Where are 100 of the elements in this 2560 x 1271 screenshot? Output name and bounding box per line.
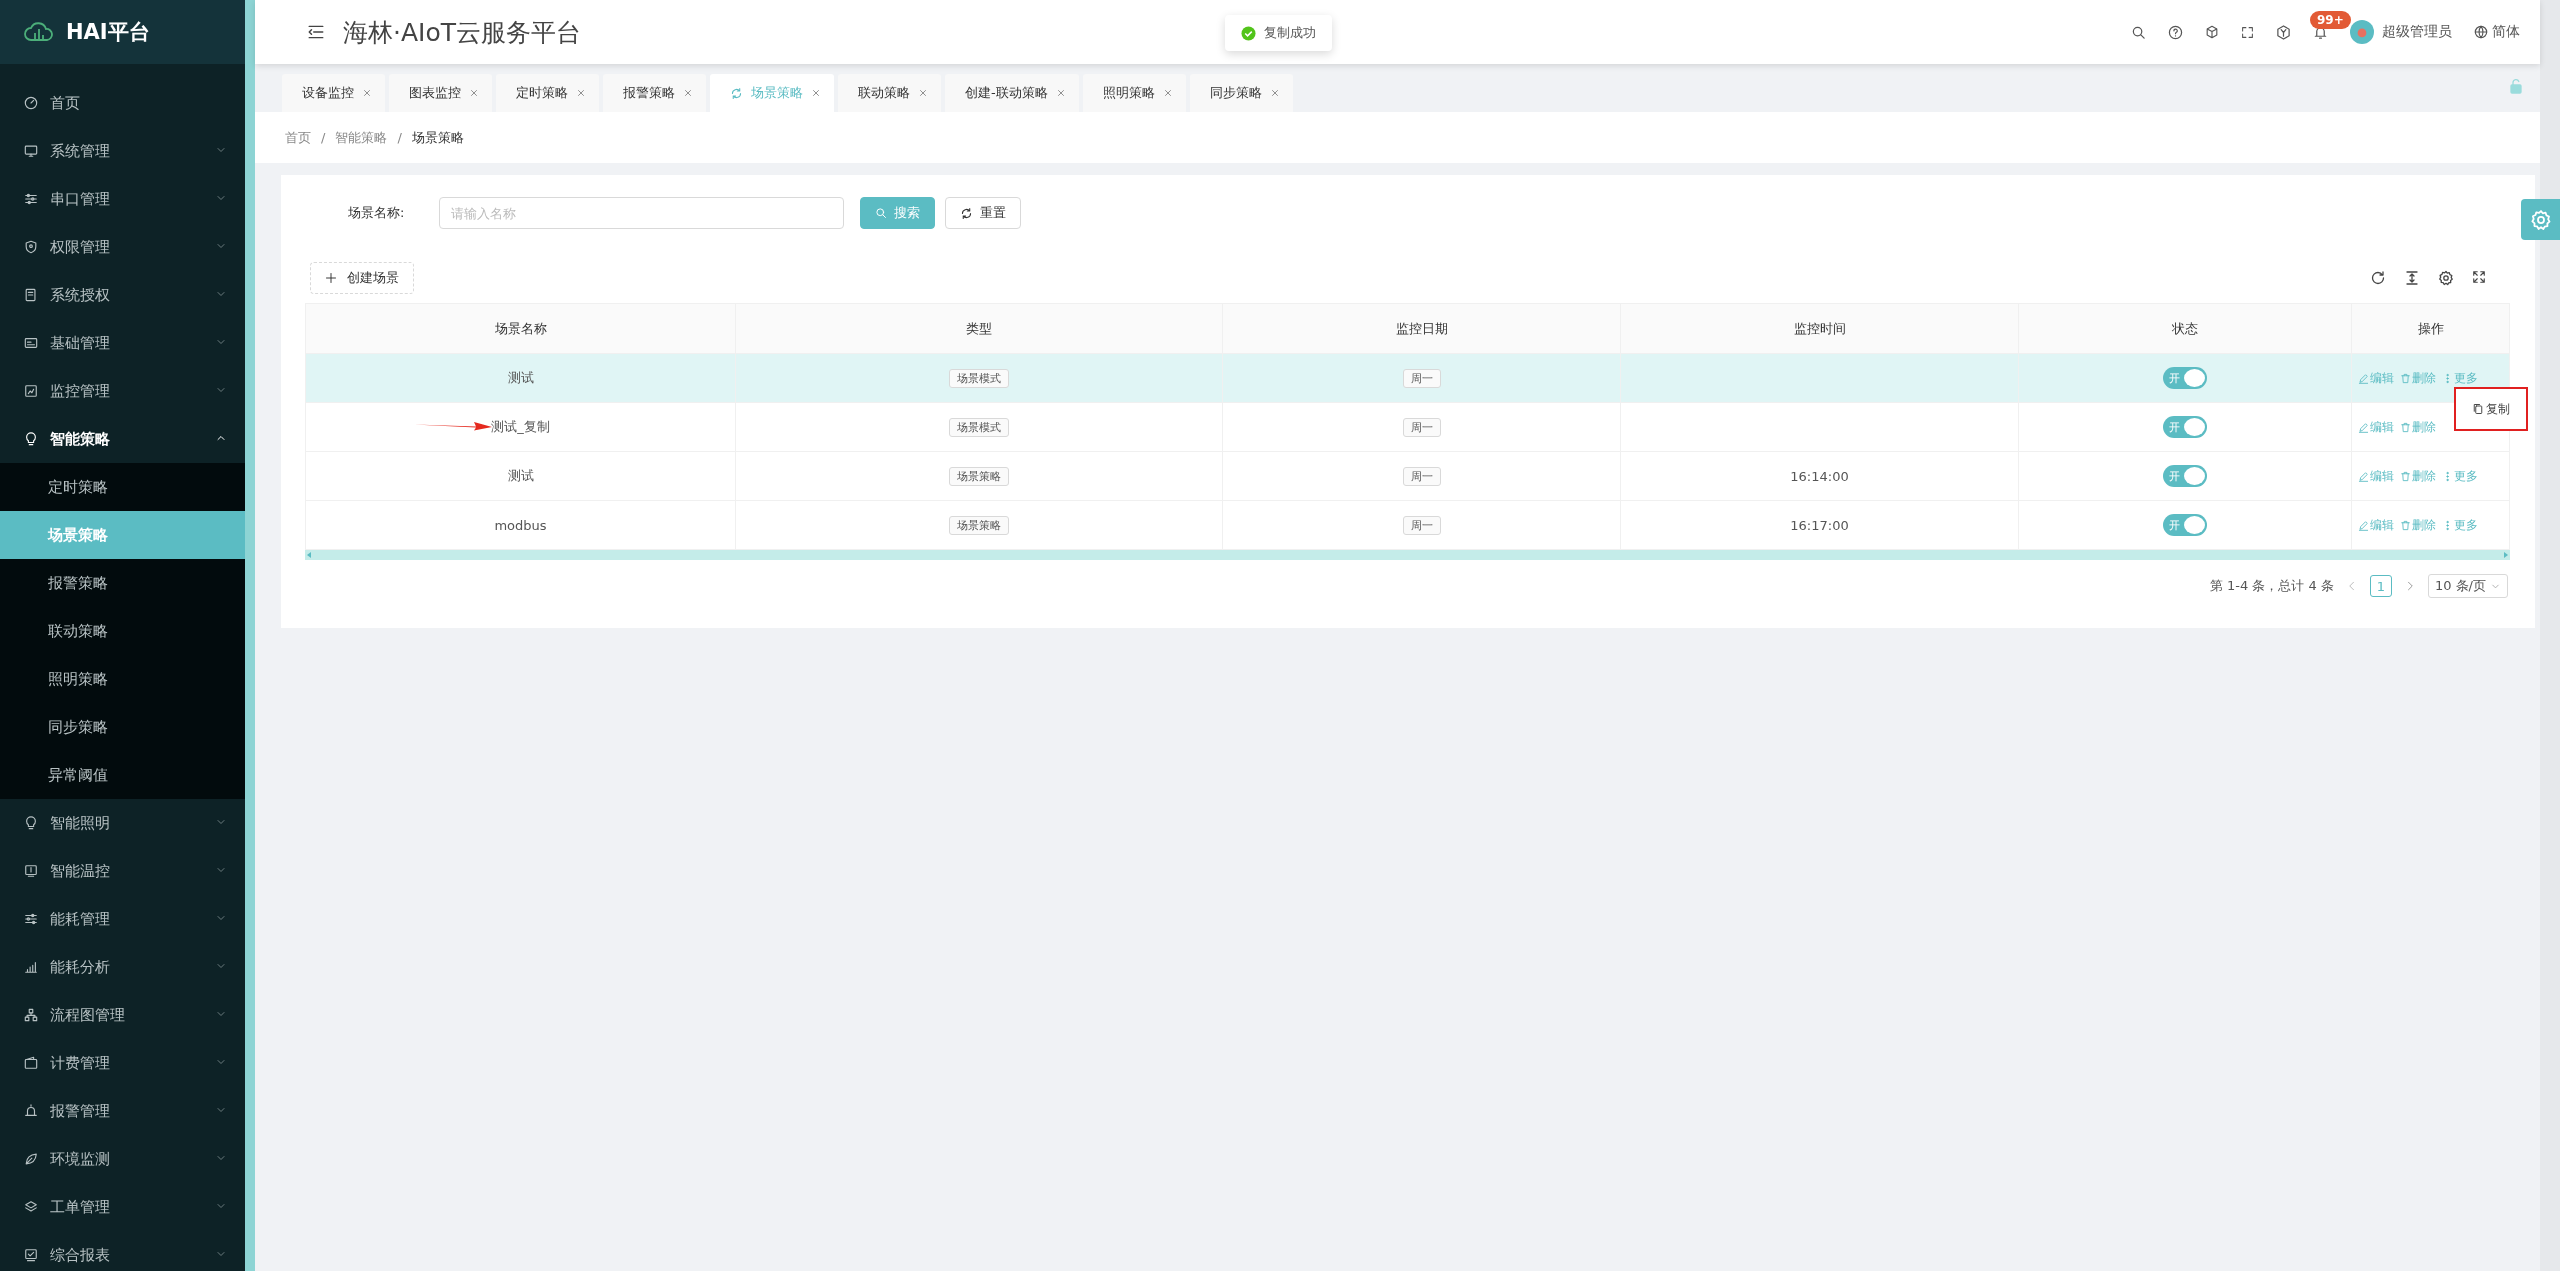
page-size-select[interactable]: 10 条/页 bbox=[2427, 574, 2508, 598]
column-header: 场景名称 bbox=[305, 303, 736, 354]
plus-icon bbox=[325, 272, 337, 284]
type-tag: 场景策略 bbox=[949, 515, 1009, 535]
cloud-logo-icon bbox=[24, 20, 54, 44]
table-cell: 测试_复制 bbox=[305, 402, 736, 452]
table-cell: 测试 bbox=[305, 451, 736, 501]
sidebar-item[interactable]: 报警管理 bbox=[0, 1087, 245, 1135]
copy-menu-item[interactable]: 复制 bbox=[2472, 400, 2510, 418]
sidebar-item[interactable]: 能耗管理 bbox=[0, 895, 245, 943]
day-tag: 周一 bbox=[1402, 515, 1441, 535]
sidebar-item[interactable]: 权限管理 bbox=[0, 223, 245, 271]
globe-icon bbox=[2474, 25, 2488, 39]
sidebar-item[interactable]: 首页 bbox=[0, 79, 245, 127]
breadcrumb-item[interactable]: 首页 bbox=[285, 128, 311, 147]
scroll-right-icon[interactable] bbox=[2503, 552, 2508, 558]
layers-icon bbox=[24, 1200, 38, 1214]
trash-icon bbox=[2400, 470, 2411, 482]
document-icon bbox=[24, 288, 38, 302]
sidebar-item[interactable]: 工单管理 bbox=[0, 1183, 245, 1231]
submenu-item[interactable]: 定时策略 bbox=[0, 463, 245, 511]
pencil-icon bbox=[2358, 372, 2369, 384]
submenu-item[interactable]: 同步策略 bbox=[0, 703, 245, 751]
tab[interactable]: 定时策略 bbox=[496, 74, 599, 112]
sidebar-item[interactable]: 环境监测 bbox=[0, 1135, 245, 1183]
tab[interactable]: 图表监控 bbox=[389, 74, 492, 112]
scrollbar[interactable] bbox=[245, 0, 255, 1271]
wallet-icon bbox=[24, 1056, 38, 1070]
sidebar-item[interactable]: 基础管理 bbox=[0, 319, 245, 367]
flowchart-icon bbox=[24, 1008, 38, 1022]
pagination-summary: 第 1-4 条，总计 4 条 bbox=[2209, 577, 2334, 595]
check-icon bbox=[1241, 25, 1256, 41]
tab[interactable]: 联动策略 bbox=[838, 74, 941, 112]
settings-icon bbox=[2529, 208, 2552, 231]
tab[interactable]: 设备监控 bbox=[282, 74, 385, 112]
close-icon bbox=[576, 88, 586, 98]
sidebar-item[interactable]: 智能策略 bbox=[0, 415, 245, 463]
unlock-icon bbox=[2508, 78, 2524, 94]
close-icon bbox=[1162, 88, 1173, 98]
sidebar-item[interactable]: 系统管理 bbox=[0, 127, 245, 175]
reset-button[interactable]: 重置 bbox=[945, 197, 1021, 229]
table-cell: 16:14:00 bbox=[1620, 451, 2019, 501]
breadcrumb-item: 场景策略 bbox=[411, 128, 464, 147]
submenu-item[interactable]: 联动策略 bbox=[0, 607, 245, 655]
day-tag: 周一 bbox=[1402, 466, 1441, 486]
close-icon bbox=[1055, 88, 1066, 98]
scrollbar[interactable] bbox=[2540, 0, 2560, 1271]
bulb-icon bbox=[24, 432, 38, 446]
close-icon bbox=[683, 88, 693, 98]
collapse-menu-icon bbox=[307, 23, 325, 41]
toast-message: 复制成功 bbox=[1264, 24, 1316, 42]
tab[interactable]: 照明策略 bbox=[1082, 74, 1186, 112]
name-input-field[interactable]: 请输入名称 bbox=[439, 197, 844, 229]
bar-chart-icon bbox=[24, 960, 38, 974]
hexagon-icon bbox=[2276, 24, 2291, 40]
sidebar-item[interactable]: 流程图管理 bbox=[0, 991, 245, 1039]
create-button[interactable]: 创建场景 bbox=[310, 262, 414, 294]
sidebar-item[interactable]: 计费管理 bbox=[0, 1039, 245, 1087]
scroll-left-icon[interactable] bbox=[307, 552, 312, 558]
type-tag: 场景策略 bbox=[949, 466, 1009, 486]
breadcrumb-item[interactable]: 智能策略 bbox=[335, 128, 388, 147]
help-icon bbox=[2168, 24, 2183, 40]
pencil-icon bbox=[2358, 470, 2369, 482]
logo-text: HAI平台 bbox=[66, 19, 150, 46]
type-tag: 场景模式 bbox=[949, 417, 1009, 437]
submenu-item[interactable]: 异常阈值 bbox=[0, 751, 245, 799]
column-header: 类型 bbox=[735, 303, 1223, 354]
close-icon bbox=[811, 88, 821, 98]
tab[interactable]: 同步策略 bbox=[1189, 74, 1293, 112]
sliders-icon bbox=[24, 192, 38, 206]
shield-icon bbox=[24, 240, 38, 254]
submenu-item[interactable]: 报警策略 bbox=[0, 559, 245, 607]
notification-badge: 99+ bbox=[2310, 10, 2351, 29]
avatar[interactable] bbox=[2350, 20, 2374, 44]
report-icon bbox=[24, 1248, 38, 1262]
tab[interactable]: 报警策略 bbox=[603, 74, 706, 112]
pencil-icon bbox=[2358, 519, 2369, 531]
table-cell: 测试 bbox=[305, 353, 736, 403]
submenu-item[interactable]: 照明策略 bbox=[0, 655, 245, 703]
sidebar-item[interactable]: 智能照明 bbox=[0, 799, 245, 847]
sidebar-item[interactable]: 智能温控 bbox=[0, 847, 245, 895]
horizontal-scrollbar[interactable] bbox=[305, 550, 2510, 560]
close-icon bbox=[362, 88, 372, 98]
day-tag: 周一 bbox=[1402, 417, 1441, 437]
language-selector[interactable]: 简体 bbox=[2474, 23, 2520, 41]
trash-icon bbox=[2400, 421, 2411, 433]
settings-button[interactable] bbox=[2521, 199, 2560, 240]
sidebar-item[interactable]: 监控管理 bbox=[0, 367, 245, 415]
user-name[interactable]: 超级管理员 bbox=[2382, 23, 2452, 41]
sidebar-item[interactable]: 串口管理 bbox=[0, 175, 245, 223]
gauge-icon bbox=[24, 96, 38, 110]
close-icon bbox=[918, 88, 928, 98]
tab[interactable]: 创建-联动策略 bbox=[945, 74, 1079, 112]
breadcrumb-separator: / bbox=[397, 130, 402, 145]
fullscreen-icon bbox=[2472, 270, 2486, 284]
table-cell: modbus bbox=[305, 500, 736, 550]
close-icon bbox=[469, 88, 479, 98]
sidebar-item[interactable]: 系统授权 bbox=[0, 271, 245, 319]
sidebar-item[interactable]: 综合报表 bbox=[0, 1231, 245, 1271]
sidebar-item[interactable]: 能耗分析 bbox=[0, 943, 245, 991]
